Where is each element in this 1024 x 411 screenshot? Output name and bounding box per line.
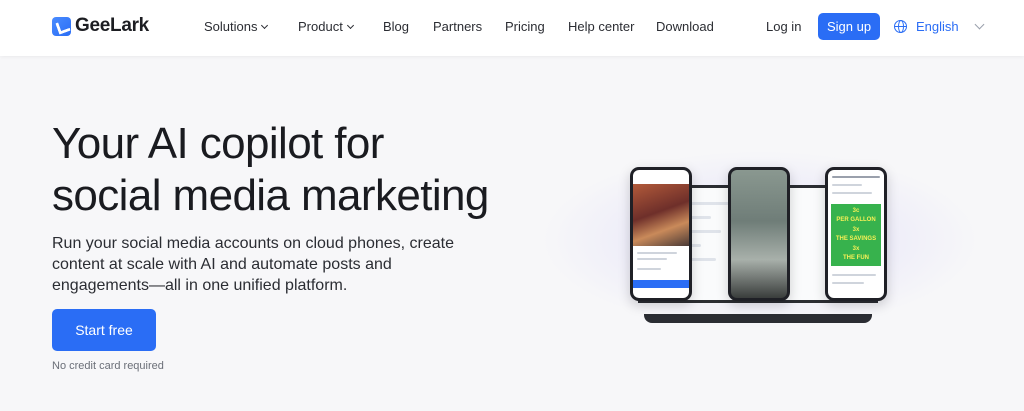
feed-photo: [633, 184, 689, 246]
feed-action-bar: [633, 280, 689, 288]
ad-text: 3c: [852, 208, 860, 214]
ad-text-line: [832, 192, 872, 194]
nav-item-solutions[interactable]: Solutions: [204, 19, 269, 34]
ad-text: THE FUN: [843, 255, 869, 261]
chevron-down-icon: [974, 19, 985, 30]
ad-text: PER GALLON: [836, 217, 876, 223]
ad-text-line: [832, 184, 862, 186]
ad-text: 3x: [852, 246, 860, 252]
laptop-base: [644, 314, 872, 323]
ad-header-line: [832, 176, 880, 178]
nav-item-pricing[interactable]: Pricing: [505, 19, 545, 34]
phone-mockup-video: [728, 167, 790, 301]
nav-item-product[interactable]: Product: [298, 19, 354, 34]
hero-title-line-2: social media marketing: [52, 171, 489, 220]
hero-subtitle: Run your social media accounts on cloud …: [52, 235, 455, 294]
hero-illustration: 3c PER GALLON 3x THE SAVINGS 3x THE FUN: [540, 140, 980, 340]
phone-screen: [731, 170, 787, 298]
ad-text: THE SAVINGS: [835, 236, 877, 242]
no-credit-card-note: No credit card required: [52, 360, 164, 372]
brand-name: GeeLark: [75, 15, 149, 36]
phone-mockup-instagram: [630, 167, 692, 301]
nav-item-blog[interactable]: Blog: [383, 19, 409, 34]
ad-text: 3x: [852, 227, 860, 233]
nav-item-label: Product: [298, 19, 343, 34]
language-selector[interactable]: English: [894, 19, 985, 34]
start-free-button[interactable]: Start free: [52, 309, 156, 351]
nav-item-download[interactable]: Download: [656, 19, 714, 34]
signup-button[interactable]: Sign up: [818, 13, 880, 40]
globe-icon: [894, 20, 907, 33]
hero-title-line-1: Your AI copilot for: [52, 119, 384, 168]
language-label: English: [916, 19, 959, 34]
feed-text-line: [637, 258, 667, 260]
ad-text-line: [832, 274, 876, 276]
geelark-logo-icon: [52, 16, 71, 36]
chevron-down-icon: [261, 21, 269, 29]
phone-screen: 3c PER GALLON 3x THE SAVINGS 3x THE FUN: [828, 170, 884, 298]
nav-item-label: Solutions: [204, 19, 258, 34]
top-navbar: GeeLark Solutions Product Blog Partners …: [0, 0, 1024, 56]
nav-item-partners[interactable]: Partners: [433, 19, 482, 34]
feed-text-line: [637, 252, 677, 254]
feed-text-line: [637, 268, 661, 270]
phone-screen: [633, 170, 689, 298]
phone-mockup-ad: 3c PER GALLON 3x THE SAVINGS 3x THE FUN: [825, 167, 887, 301]
nav-item-help-center[interactable]: Help center: [568, 19, 634, 34]
login-link[interactable]: Log in: [766, 19, 801, 34]
ad-text-line: [832, 282, 864, 284]
brand-logo[interactable]: GeeLark: [52, 15, 149, 37]
chevron-down-icon: [346, 21, 354, 29]
hero-title: Your AI copilot for social media marketi…: [52, 118, 532, 222]
